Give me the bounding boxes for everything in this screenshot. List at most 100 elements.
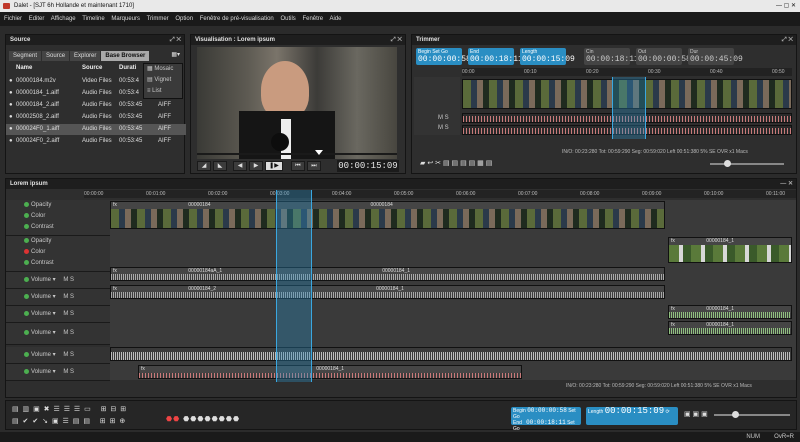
video-frame[interactable] xyxy=(197,47,397,159)
volume-control[interactable]: Volume ▾ M S xyxy=(24,310,74,317)
column-duration[interactable]: Durati xyxy=(119,65,136,71)
list-item[interactable]: ● 000024F0_2.aiff Audio Files 00:53:45 AIFF xyxy=(6,136,186,147)
viewer-scrub-bar[interactable] xyxy=(197,153,397,155)
volume-control[interactable]: Volume ▾ M S xyxy=(24,276,74,283)
marker-buttons[interactable]: ⬣⬣ ⬣⬣⬣⬣⬣⬣⬣⬣ xyxy=(166,415,240,423)
contrast-label: Contrast xyxy=(31,260,54,267)
list-item[interactable]: ● 00000184_2.aiff Audio Files 00:53:45 AIFF xyxy=(6,100,186,111)
zoom-handle[interactable] xyxy=(724,160,731,167)
set-button[interactable]: Set xyxy=(568,408,576,414)
trimmer-selection-range[interactable] xyxy=(612,77,646,139)
volume-control[interactable]: Volume ▾ M S xyxy=(24,329,74,336)
view-buttons[interactable]: ▣ ▣ ▣ xyxy=(684,410,708,418)
set-button[interactable]: Set xyxy=(567,420,575,426)
volume-control[interactable]: Volume ▾ M S xyxy=(24,351,74,358)
timeline-ruler[interactable]: 00:00:00 00:01:00 00:02:00 00:03:00 00:0… xyxy=(84,190,796,198)
menu-window[interactable]: Fenêtre xyxy=(302,16,323,22)
trimmer-dur-field[interactable]: Dur 00:00:45:09 xyxy=(688,48,743,65)
opacity-control[interactable]: Opacity xyxy=(24,238,51,244)
menu-tools[interactable]: Outils xyxy=(280,16,295,22)
item-source: Audio Files xyxy=(82,138,112,144)
panel-close-icon[interactable]: — ✕ xyxy=(780,179,793,189)
audio-clip-1[interactable]: fx 00000184aA_1 00000184_1 xyxy=(110,267,665,281)
grid-view-icon[interactable]: ▦▾ xyxy=(171,51,180,58)
menu-file[interactable]: Fichier xyxy=(4,16,22,22)
menu-help[interactable]: Aide xyxy=(329,16,341,22)
contrast-control[interactable]: Contrast xyxy=(24,224,54,230)
trimmer-end-field[interactable]: End 00:00:18:11 xyxy=(468,48,523,65)
menu-trimmer[interactable]: Trimmer xyxy=(147,16,169,22)
timeline-selection-range[interactable] xyxy=(276,190,312,382)
play-icon[interactable]: ▶ xyxy=(249,161,263,171)
audio-track-header-4: Volume ▾ M S xyxy=(6,323,110,345)
color-control[interactable]: Color xyxy=(24,249,45,255)
audio-clip-2[interactable]: fx 00000184_2 00000184_1 xyxy=(110,285,665,299)
trimmer-out-field[interactable]: Out 00:00:00:58 xyxy=(636,48,691,65)
mark-out-icon[interactable]: ◣ xyxy=(213,161,227,171)
track-mute-button[interactable]: M S xyxy=(438,115,449,121)
volume-control[interactable]: Volume ▾ M S xyxy=(24,293,74,300)
edit-tools-row-1[interactable]: ▤ ▥ ▣ ✖ ☰ ☰ ☰ ▭ ⊞ ⊟ ⊞ xyxy=(12,405,127,413)
viewer-playhead-icon[interactable] xyxy=(315,150,323,155)
panel-close-icon[interactable]: ⤢ ✕ xyxy=(170,35,181,45)
color-label: Color xyxy=(31,213,46,220)
go-start-icon[interactable]: ⏮ xyxy=(291,161,305,171)
column-name[interactable]: Name xyxy=(16,65,32,71)
menu-markers[interactable]: Marqueurs xyxy=(111,16,140,22)
list-item[interactable]: ● 00000184_1.aiff Audio Files 00:53:4 xyxy=(6,88,186,99)
panel-close-icon[interactable]: ⤢ ✕ xyxy=(391,35,402,45)
go-end-icon[interactable]: ⏭ xyxy=(307,161,321,171)
menu-option[interactable]: Option xyxy=(175,16,193,22)
trimmer-begin-field[interactable]: Begin Set Go 00:00:00:58 xyxy=(416,48,471,65)
trimmer-cin-field[interactable]: Cin 00:00:18:11 xyxy=(584,48,639,65)
window-controls[interactable]: — ▢ ✕ xyxy=(776,0,796,12)
list-item[interactable]: ● 00000184.m2v Video Files 00:53:4 xyxy=(6,76,186,87)
audio-clip-6[interactable]: fx 00000184_1 xyxy=(138,365,522,379)
audio-clip-3[interactable]: fx 00000184_1 xyxy=(668,305,792,319)
menu-edit[interactable]: Editer xyxy=(29,16,45,22)
begin-end-timecode[interactable]: Begin 00:00:00:58 Set Go End 00:00:18:11… xyxy=(511,407,581,432)
trimmer-ruler[interactable]: 00:00 00:10 00:20 00:30 00:40 00:50 xyxy=(462,68,792,76)
trimmer-toolbar[interactable]: ▰ ↩ ✂ ▤ ▤ ▤ ▤ ▦ ▤ xyxy=(420,159,492,167)
opacity-control[interactable]: Opacity xyxy=(24,202,51,208)
tab-base-browser[interactable]: Base Browser xyxy=(101,51,150,61)
play-pause-icon[interactable]: ❚▶ xyxy=(265,161,283,171)
contrast-control[interactable]: Contrast xyxy=(24,260,54,266)
tick-label: 00:08:00 xyxy=(580,191,600,197)
window-title-bar: Dalet - [SJT 6h Hollande et maintenant 1… xyxy=(0,0,800,12)
item-duration: 00:53:45 xyxy=(119,102,143,108)
clip-name: 00000184 xyxy=(370,202,393,208)
zoom-handle[interactable] xyxy=(732,411,739,418)
list-item[interactable]: ● 00002508_2.aiff Audio Files 00:53:45 AIFF xyxy=(6,112,186,123)
item-duration: 00:53:45 xyxy=(119,126,143,132)
column-source[interactable]: Source xyxy=(82,65,102,71)
audio-clip-4[interactable]: fx 00000184_1 xyxy=(668,321,792,335)
menu-timeline[interactable]: Timeline xyxy=(82,16,104,22)
tab-explorer[interactable]: Explorer xyxy=(70,51,101,61)
viewer-timecode[interactable]: 00:00:15:09 xyxy=(337,160,399,172)
trimmer-zoom-slider[interactable] xyxy=(710,160,784,167)
menu-view[interactable]: Affichage xyxy=(51,16,76,22)
tab-segment[interactable]: Segment xyxy=(9,51,42,61)
view-mosaic-item[interactable]: ▦ Mosaic xyxy=(144,64,182,75)
tab-source[interactable]: Source xyxy=(42,51,70,61)
step-back-icon[interactable]: ◀ xyxy=(233,161,247,171)
volume-control[interactable]: Volume ▾ M S xyxy=(24,368,74,375)
trimmer-length-field[interactable]: Length 00:00:15:09 xyxy=(520,48,575,65)
audio-clip-5[interactable] xyxy=(110,347,792,361)
list-item-selected[interactable]: ● 000024F0_1.aiff Audio Files 00:53:45 AIFF xyxy=(6,124,186,135)
edit-tools-row-2[interactable]: ▤ ✔ ✔ ↘ ▣ ☰ ▤ ▤ ⊞ ⊞ ⊕ xyxy=(12,417,126,425)
media-icon: ● xyxy=(9,138,13,144)
tick-label: 00:02:00 xyxy=(208,191,228,197)
panel-close-icon[interactable]: ⤢ ✕ xyxy=(782,35,793,45)
mark-in-icon[interactable]: ◢ xyxy=(197,161,211,171)
video-clip[interactable]: fx 00000184 00000184 xyxy=(110,201,665,229)
video-clip-2[interactable]: fx 00000184_1 xyxy=(668,237,792,263)
menu-preview-window[interactable]: Fenêtre de pré-visualisation xyxy=(200,16,274,22)
clip-fx-label: fx xyxy=(671,238,675,244)
color-control[interactable]: Color xyxy=(24,213,45,219)
item-duration: 00:53:45 xyxy=(119,138,143,144)
timeline-zoom-slider[interactable] xyxy=(714,411,790,418)
length-timecode[interactable]: Length 00:00:15:09 ⟳ xyxy=(586,407,678,425)
track-solo-button[interactable]: M S xyxy=(438,125,449,131)
